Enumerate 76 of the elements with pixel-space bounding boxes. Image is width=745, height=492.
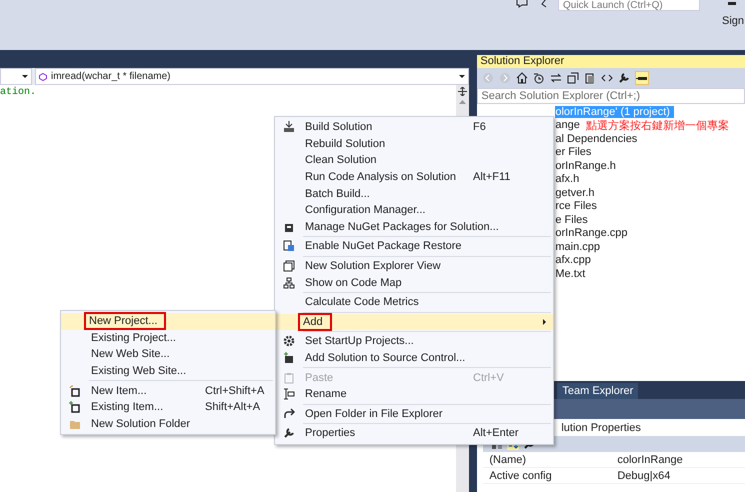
search-field[interactable]: Search Solution Explorer (Ctrl+;) [477,88,745,104]
menu-item[interactable]: New Solution Explorer View [275,258,553,274]
code-icon[interactable] [601,72,614,84]
panel-tab[interactable]: Team Explorer [557,383,638,399]
menu-item[interactable]: Properties Alt+Enter [275,425,553,442]
menu-item[interactable]: New Project... [61,313,275,330]
properties-title: lution Properties [561,422,641,434]
new-item-icon [69,384,81,397]
tree-item[interactable]: afx.cpp [555,254,591,266]
menu-item[interactable]: Clean Solution [275,152,553,169]
tree-item[interactable]: e Files [555,214,588,226]
scroll-up-icon [459,100,466,104]
feedback-icon [516,0,528,8]
menu-item[interactable]: Show on Code Map [275,274,553,291]
property-value: colorInRange [617,454,684,466]
minimize-icon [728,2,736,5]
tree-item[interactable]: afx.h [555,173,580,186]
tree-item[interactable]: ange [555,119,580,132]
tree-item[interactable]: Me.txt [555,268,586,280]
menu-item[interactable]: Existing Web Site... [61,362,275,380]
method-icon [39,72,47,80]
menu-item[interactable]: Configuration Manager... [275,202,553,219]
tree-item[interactable]: orInRange.h [555,160,616,172]
member-dropdown[interactable]: imread(wchar_t * filename) [35,68,470,85]
menu-item[interactable]: Add Solution to Source Control... [275,350,553,366]
menu-item[interactable]: New Web Site... [61,346,275,363]
pin-icon [635,71,650,85]
source-control-icon [283,352,295,364]
annotation-text: 點選方案按右鍵新增一個專案 [586,118,729,133]
gear-icon [283,335,295,348]
wrench-icon [283,427,295,440]
rename-icon [283,388,295,400]
diagram-icon [283,276,295,289]
menu-item[interactable]: Enable NuGet Package Restore [275,238,553,255]
menu-item[interactable]: Add [275,314,553,330]
property-name: (Name) [488,454,528,466]
menu-item[interactable]: Batch Build... [275,185,553,202]
wrench-icon[interactable] [618,72,630,84]
menu-item[interactable]: Existing Project... [61,330,275,346]
quick-launch-field[interactable]: Quick Launch (Ctrl+Q) [558,0,700,11]
property-value: Debug|x64 [617,470,672,482]
menu-item[interactable]: New Solution Folder [61,416,275,432]
restore-icon [283,240,295,252]
menu-item[interactable]: Set StartUp Projects... [275,333,553,350]
tree-item[interactable]: rce Files [555,200,597,212]
menu-item[interactable]: Rebuild Solution [275,136,553,152]
tree-item[interactable]: al Dependencies [555,132,638,145]
menu-item[interactable]: Calculate Code Metrics [275,294,553,311]
sync-icon[interactable] [550,72,562,84]
menu-item[interactable]: Run Code Analysis on Solution Alt+F11 [275,168,553,186]
clipboard-icon [283,372,295,384]
menu-item[interactable]: Open Folder in File Explorer [275,406,553,422]
submenu-arrow-icon [543,318,546,325]
split-icon [458,87,468,96]
windows-icon [283,260,295,272]
collapse-icon[interactable] [567,72,580,84]
tree-item[interactable]: orInRange.cpp [555,227,628,240]
menu-item[interactable]: Existing Item... Shift+Alt+A [61,398,275,416]
tree-item[interactable]: getver.h [555,186,594,199]
code-line: ation. [0,87,36,98]
menu-item[interactable]: Rename [275,386,553,402]
sign-in-link[interactable]: Sign [722,15,744,27]
tree-item[interactable]: main.cpp [555,240,600,253]
menu-item[interactable]: Manage NuGet Packages for Solution... [275,218,553,236]
redo-arrow-icon [283,408,295,420]
menu-item[interactable]: New Item... Ctrl+Shift+A [61,382,275,399]
property-name: Active config [488,470,553,482]
add-item-icon [69,401,81,414]
home-icon[interactable] [516,72,528,84]
panel-title: Solution Explorer [477,55,745,68]
files-icon[interactable] [584,72,596,84]
chevron-icon [540,0,548,8]
menu-item[interactable]: Build Solution F6 [275,119,553,136]
tree-item[interactable]: er Files [555,146,592,158]
history-icon[interactable] [533,72,546,84]
build-icon [283,121,295,134]
